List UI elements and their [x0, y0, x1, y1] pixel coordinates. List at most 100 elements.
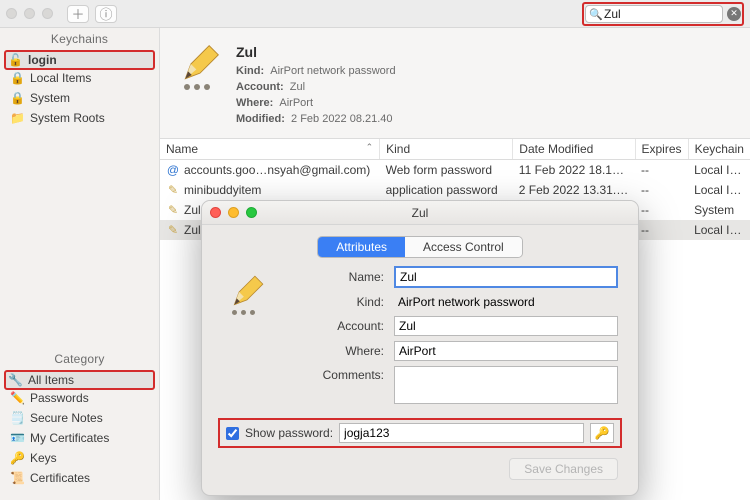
category-icon: ✏️: [10, 391, 24, 405]
col-name[interactable]: Name⌃: [160, 139, 380, 160]
search-input[interactable]: [604, 7, 718, 21]
comments-label: Comments:: [298, 366, 384, 382]
cell-expires: --: [635, 220, 688, 240]
category-icon: 🪪: [10, 431, 24, 445]
category-icon: 📜: [10, 471, 24, 485]
password-field[interactable]: [339, 423, 584, 443]
sidebar: Keychains 🔓 login🔒Local Items 🔒 System 📁Syst…: [0, 28, 160, 500]
sidebar-item-label: System: [30, 91, 70, 105]
category-label: Passwords: [30, 391, 89, 405]
keychain-item-local-items[interactable]: 🔒Local Items: [6, 68, 153, 88]
category-item-secure-notes[interactable]: 🗒️ Secure Notes: [6, 408, 153, 428]
pencil-icon: ✎: [166, 183, 180, 197]
sidebar-item-label: Local Items: [30, 71, 91, 85]
category-label: All Items: [28, 373, 74, 387]
sort-asc-icon: ⌃: [366, 142, 374, 153]
cell-expires: --: [635, 180, 688, 200]
cell-keychain: System: [688, 200, 750, 220]
where-value: AirPort: [279, 97, 313, 109]
kind-value: [394, 293, 618, 311]
name-label: Name:: [298, 270, 384, 284]
account-input[interactable]: [394, 316, 618, 336]
col-expires[interactable]: Expires: [635, 139, 688, 160]
item-title: Zul: [236, 42, 396, 62]
account-value: Zul: [290, 81, 305, 93]
tab-attributes[interactable]: Attributes: [318, 237, 405, 257]
table-header-row[interactable]: Name⌃ Kind Date Modified Expires Keychai…: [160, 139, 750, 160]
item-type-icon: [178, 42, 222, 86]
pencil-icon: ✎: [166, 223, 180, 237]
info-button[interactable]: ⓘ: [95, 5, 117, 23]
sidebar-item-label: System Roots: [30, 111, 105, 125]
account-label: Account:: [298, 319, 384, 333]
show-password-checkbox[interactable]: [226, 427, 239, 440]
tab-access-control[interactable]: Access Control: [405, 237, 522, 257]
category-item-my-certificates[interactable]: 🪪 My Certificates: [6, 428, 153, 448]
keychain-item-system[interactable]: 🔒 System: [6, 88, 153, 108]
save-changes-button: Save Changes: [509, 458, 618, 480]
show-password-label: Show password:: [245, 426, 333, 440]
sidebar-item-label: login: [28, 53, 57, 67]
comments-input[interactable]: [394, 366, 618, 404]
cell-kind: application password: [380, 180, 513, 200]
zoom-icon[interactable]: [42, 8, 53, 19]
category-item-certificates[interactable]: 📜 Certificates: [6, 468, 153, 488]
col-kind[interactable]: Kind: [380, 139, 513, 160]
cell-name: ✎minibuddyitem: [160, 180, 380, 200]
keychain-item-login[interactable]: 🔓 login: [4, 50, 155, 70]
kind-label: Kind:: [236, 65, 264, 77]
category-label: Keys: [30, 451, 57, 465]
category-item-keys[interactable]: 🔑 Keys: [6, 448, 153, 468]
category-icon: 🔧: [8, 373, 22, 387]
lock-icon: 🔒: [10, 91, 24, 105]
category-label: Secure Notes: [30, 411, 103, 425]
window-controls[interactable]: [6, 8, 53, 19]
lock-icon: 🔓: [8, 53, 22, 67]
col-date[interactable]: Date Modified: [513, 139, 635, 160]
category-label: My Certificates: [30, 431, 109, 445]
minimize-icon[interactable]: [228, 207, 239, 218]
search-field-highlight: 🔍 ✕: [582, 2, 744, 26]
show-password-row: Show password: 🔑: [218, 418, 622, 448]
tab-bar: Attributes Access Control: [202, 236, 638, 258]
category-item-passwords[interactable]: ✏️ Passwords: [6, 388, 153, 408]
name-input[interactable]: [394, 266, 618, 288]
keychains-header: Keychains: [0, 28, 159, 50]
item-info-dialog: Zul Attributes Access Control Name: Kind…: [201, 200, 639, 496]
where-input[interactable]: [394, 341, 618, 361]
zoom-icon[interactable]: [246, 207, 257, 218]
toolbar: ＋ ⓘ 🔍 ✕: [0, 0, 750, 28]
close-icon[interactable]: [210, 207, 221, 218]
modified-label: Modified:: [236, 113, 285, 125]
cell-expires: --: [635, 160, 688, 181]
category-icon: 🗒️: [10, 411, 24, 425]
pencil-icon: ✎: [166, 203, 180, 217]
where-label: Where:: [236, 97, 273, 109]
cell-keychain: Local Item: [688, 180, 750, 200]
search-icon: 🔍: [589, 8, 603, 21]
cell-kind: Web form password: [380, 160, 513, 181]
category-icon: 🔑: [10, 451, 24, 465]
cell-name: @accounts.goo…nsyah@gmail.com): [160, 160, 380, 181]
dialog-item-icon: [228, 273, 266, 311]
where-label: Where:: [298, 344, 384, 358]
keychain-item-system-roots[interactable]: 📁System Roots: [6, 108, 153, 128]
table-row[interactable]: @accounts.goo…nsyah@gmail.com)Web form p…: [160, 160, 750, 181]
toolbar-buttons: ＋ ⓘ: [67, 5, 117, 23]
table-row[interactable]: ✎minibuddyitemapplication password2 Feb …: [160, 180, 750, 200]
category-item-all-items[interactable]: 🔧 All Items: [4, 370, 155, 390]
col-keychain[interactable]: Keychain: [688, 139, 750, 160]
clear-search-icon[interactable]: ✕: [727, 7, 741, 21]
category-header: Category: [0, 348, 159, 370]
dialog-window-controls[interactable]: [210, 207, 257, 218]
cell-keychain: Local Item: [688, 220, 750, 240]
close-icon[interactable]: [6, 8, 17, 19]
kind-label: Kind:: [298, 295, 384, 309]
add-button[interactable]: ＋: [67, 5, 89, 23]
category-label: Certificates: [30, 471, 90, 485]
search-field[interactable]: 🔍: [585, 5, 723, 23]
dialog-title: Zul: [202, 201, 638, 225]
item-detail: Zul Kind: AirPort network password Accou…: [160, 28, 750, 138]
key-icon[interactable]: 🔑: [590, 423, 614, 443]
minimize-icon[interactable]: [24, 8, 35, 19]
